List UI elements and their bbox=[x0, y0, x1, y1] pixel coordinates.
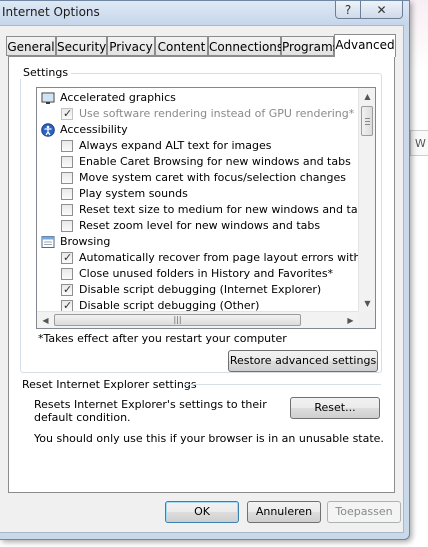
scrollbar-corner bbox=[358, 311, 375, 328]
scroll-down-arrow-icon[interactable]: ▼ bbox=[359, 295, 375, 312]
help-button[interactable]: ? bbox=[335, 1, 361, 19]
option-label: Move system caret with focus/selection c… bbox=[79, 171, 346, 184]
monitor-icon bbox=[41, 92, 55, 104]
category-label: Accessibility bbox=[60, 123, 128, 136]
option-label: Always expand ALT text for images bbox=[79, 139, 272, 152]
background-partial-text: W bbox=[415, 137, 426, 150]
checkbox[interactable] bbox=[61, 204, 73, 216]
tab-general[interactable]: General bbox=[6, 36, 56, 56]
grip-line bbox=[365, 118, 370, 119]
tab-label: Security bbox=[57, 40, 107, 54]
option-label: Enable Caret Browsing for new windows an… bbox=[79, 155, 351, 168]
scroll-right-arrow-icon[interactable]: ▶ bbox=[342, 312, 359, 328]
category-label: Browsing bbox=[60, 235, 111, 248]
internet-options-dialog: Internet Options ? ✕ General Security Pr… bbox=[0, 0, 410, 540]
settings-rows: Accelerated graphics Use software render… bbox=[37, 88, 359, 312]
scroll-up-arrow-icon[interactable]: ▲ bbox=[359, 88, 375, 105]
reset-description: Resets Internet Explorer's settings to t… bbox=[34, 398, 267, 424]
vertical-scrollbar[interactable]: ▲ ▼ bbox=[358, 88, 375, 312]
checkbox[interactable] bbox=[61, 156, 73, 168]
horizontal-scroll-thumb[interactable]: ||| bbox=[54, 314, 301, 326]
background-decoration bbox=[410, 0, 428, 70]
settings-group-label: Settings bbox=[20, 66, 72, 79]
tab-label: General bbox=[7, 40, 55, 54]
option-label: Disable script debugging (Other) bbox=[79, 299, 260, 312]
checkbox[interactable] bbox=[61, 172, 73, 184]
option-label: Close unused folders in History and Favo… bbox=[79, 267, 334, 280]
window-title: Internet Options bbox=[2, 5, 100, 19]
grip-line bbox=[365, 121, 370, 122]
checkbox[interactable] bbox=[61, 220, 73, 232]
option-label: Play system sounds bbox=[79, 187, 188, 200]
help-icon: ? bbox=[344, 2, 352, 17]
reset-warning: You should only use this if your browser… bbox=[34, 432, 384, 445]
section-divider bbox=[184, 384, 381, 385]
tab-label: Advanced bbox=[335, 38, 395, 52]
cancel-button[interactable]: Annuleren bbox=[247, 501, 321, 523]
option-label: Reset zoom level for new windows and tab… bbox=[79, 219, 321, 232]
scroll-left-arrow-icon[interactable]: ◀ bbox=[37, 312, 54, 328]
horizontal-scrollbar[interactable]: ◀ ||| ▶ bbox=[37, 311, 359, 328]
tab-connections[interactable]: Connections bbox=[208, 36, 284, 56]
tab-content[interactable]: Content bbox=[155, 36, 208, 56]
option-label: Automatically recover from page layout e… bbox=[79, 251, 359, 264]
checkbox[interactable] bbox=[61, 106, 73, 122]
checkbox[interactable] bbox=[61, 188, 73, 200]
reset-section-title: Reset Internet Explorer settings bbox=[22, 378, 201, 391]
close-button[interactable]: ✕ bbox=[361, 1, 403, 19]
close-icon: ✕ bbox=[376, 2, 387, 17]
checkbox[interactable] bbox=[61, 250, 73, 266]
background-partial-button: W bbox=[410, 130, 428, 156]
tab-label: Privacy bbox=[109, 40, 153, 54]
checkbox[interactable] bbox=[61, 140, 73, 152]
apply-button[interactable]: Toepassen bbox=[327, 501, 401, 523]
category-label: Accelerated graphics bbox=[60, 91, 176, 104]
settings-tree-list[interactable]: Accelerated graphics Use software render… bbox=[36, 87, 376, 329]
option-label: Reset text size to medium for new window… bbox=[79, 203, 359, 216]
restore-advanced-settings-button[interactable]: Restore advanced settings bbox=[228, 350, 378, 372]
restart-note: *Takes effect after you restart your com… bbox=[38, 332, 287, 345]
reset-button[interactable]: Reset... bbox=[290, 397, 380, 419]
vertical-scroll-thumb[interactable] bbox=[361, 106, 373, 136]
title-bar-buttons: ? ✕ bbox=[335, 1, 403, 19]
tab-label: Connections bbox=[209, 40, 284, 54]
grip-line bbox=[365, 124, 370, 125]
browsing-icon bbox=[41, 236, 55, 248]
title-bar[interactable]: Internet Options ? ✕ bbox=[0, 1, 409, 25]
tab-programs[interactable]: Programs bbox=[281, 36, 339, 56]
tab-label: Content bbox=[157, 40, 206, 54]
tab-label: Programs bbox=[282, 40, 339, 54]
checkbox[interactable] bbox=[61, 282, 73, 298]
ok-button[interactable]: OK bbox=[165, 501, 239, 523]
tab-security[interactable]: Security bbox=[56, 36, 107, 56]
checkbox[interactable] bbox=[61, 268, 73, 280]
option-label: Use software rendering instead of GPU re… bbox=[79, 107, 355, 120]
tab-advanced[interactable]: Advanced bbox=[334, 34, 396, 57]
option-label: Disable script debugging (Internet Explo… bbox=[79, 283, 322, 296]
tab-privacy[interactable]: Privacy bbox=[107, 36, 155, 56]
accessibility-icon bbox=[41, 123, 55, 137]
